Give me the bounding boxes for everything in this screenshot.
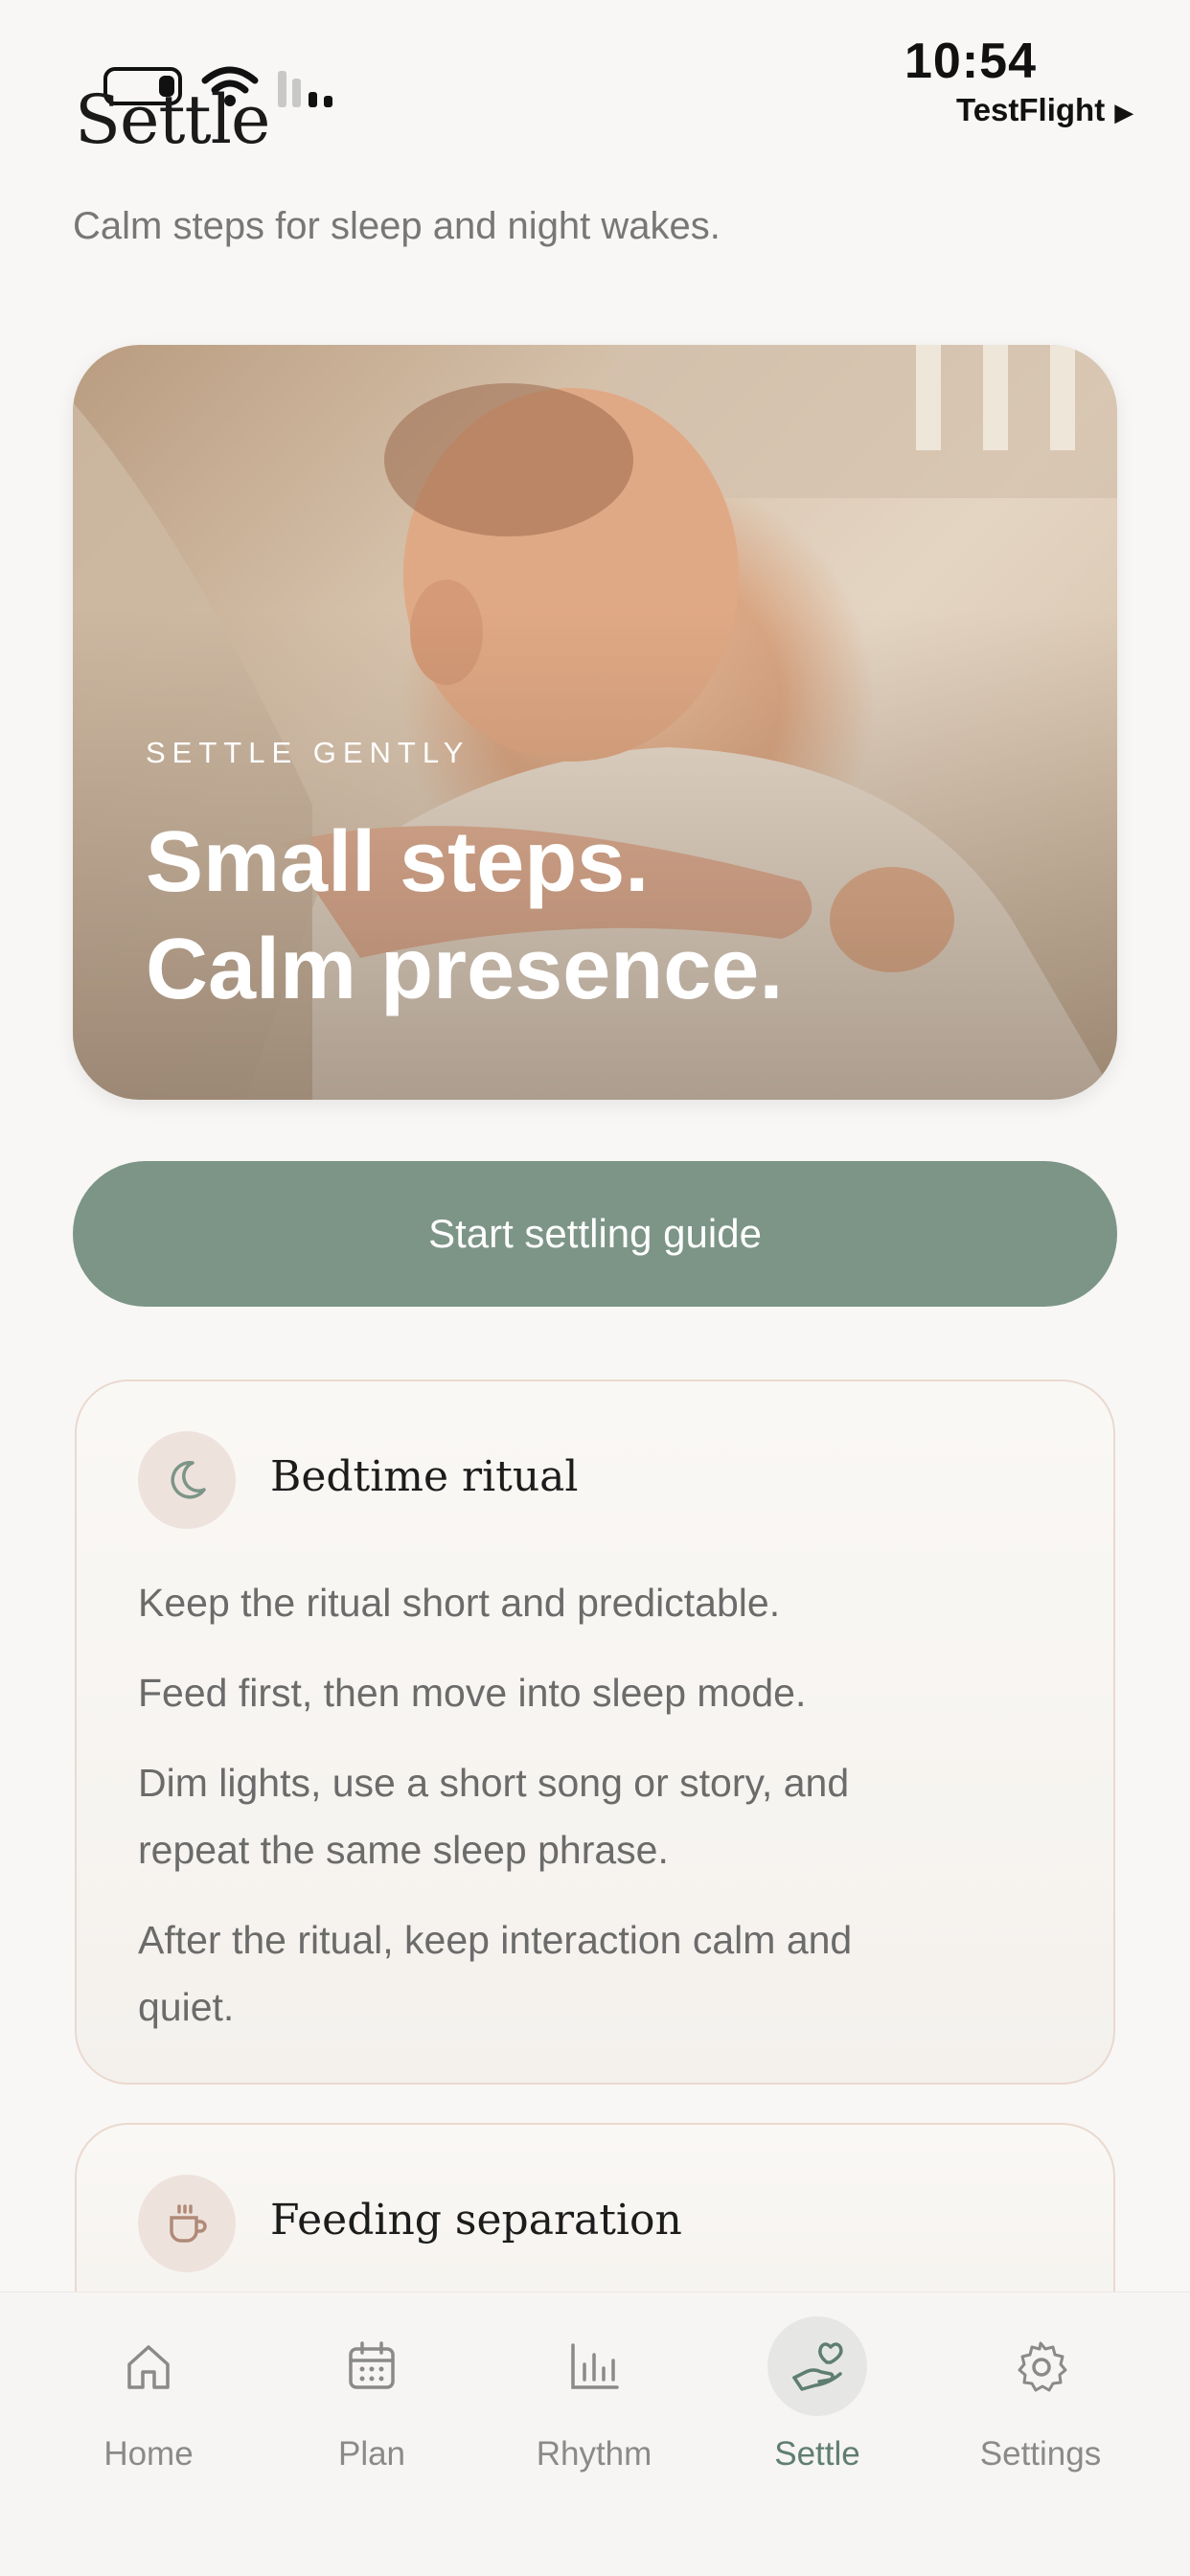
start-settling-guide-button[interactable]: Start settling guide	[73, 1161, 1117, 1307]
app-title: Settle	[75, 80, 270, 159]
moon-icon	[138, 1431, 236, 1529]
tab-rhythm[interactable]: Rhythm	[498, 2316, 690, 2473]
status-time: 10:54	[904, 34, 1037, 89]
play-icon: ▶	[1114, 98, 1134, 126]
hero-card: SETTLE GENTLY Small steps. Calm presence…	[73, 345, 1117, 1100]
testflight-back-link[interactable]: TestFlight ▶	[956, 92, 1133, 128]
tab-label: Rhythm	[536, 2435, 652, 2473]
card-line: Dim lights, use a short song or story, a…	[138, 1761, 850, 1805]
card-line: Feed first, then move into sleep mode.	[138, 1671, 807, 1715]
hero-title-line-2: Calm presence.	[146, 922, 784, 1017]
testflight-label: TestFlight	[956, 92, 1106, 127]
card-line: repeat the same sleep phrase.	[138, 1828, 669, 1872]
tab-home[interactable]: Home	[53, 2316, 244, 2473]
tab-settle[interactable]: Settle	[721, 2316, 913, 2473]
card-line: Keep the ritual short and predictable.	[138, 1581, 781, 1625]
tab-label: Settle	[774, 2435, 860, 2473]
gear-icon	[991, 2316, 1090, 2416]
hero-title: Small steps. Calm presence.	[146, 809, 783, 1023]
cellular-signal-icon	[278, 71, 332, 107]
card-line: After the ritual, keep interaction calm …	[138, 1918, 853, 1962]
tab-settings[interactable]: Settings	[945, 2316, 1136, 2473]
calendar-icon	[322, 2316, 422, 2416]
hero-eyebrow: SETTLE GENTLY	[146, 736, 470, 769]
cup-icon	[138, 2175, 236, 2272]
hand-heart-icon	[767, 2316, 867, 2416]
bedtime-ritual-card[interactable]: Bedtime ritual Keep the ritual short and…	[75, 1379, 1115, 2085]
tab-label: Home	[103, 2435, 194, 2473]
card-line: quiet.	[138, 1985, 235, 2029]
tab-label: Settings	[979, 2435, 1102, 2473]
hero-title-line-1: Small steps.	[146, 814, 650, 910]
page-subtitle: Calm steps for sleep and night wakes.	[73, 205, 721, 247]
home-icon	[99, 2316, 198, 2416]
tab-plan[interactable]: Plan	[276, 2316, 468, 2473]
card-title: Bedtime ritual	[270, 1452, 579, 1501]
tab-label: Plan	[337, 2435, 406, 2473]
card-title: Feeding separation	[270, 2196, 682, 2245]
bar-chart-icon	[544, 2316, 644, 2416]
